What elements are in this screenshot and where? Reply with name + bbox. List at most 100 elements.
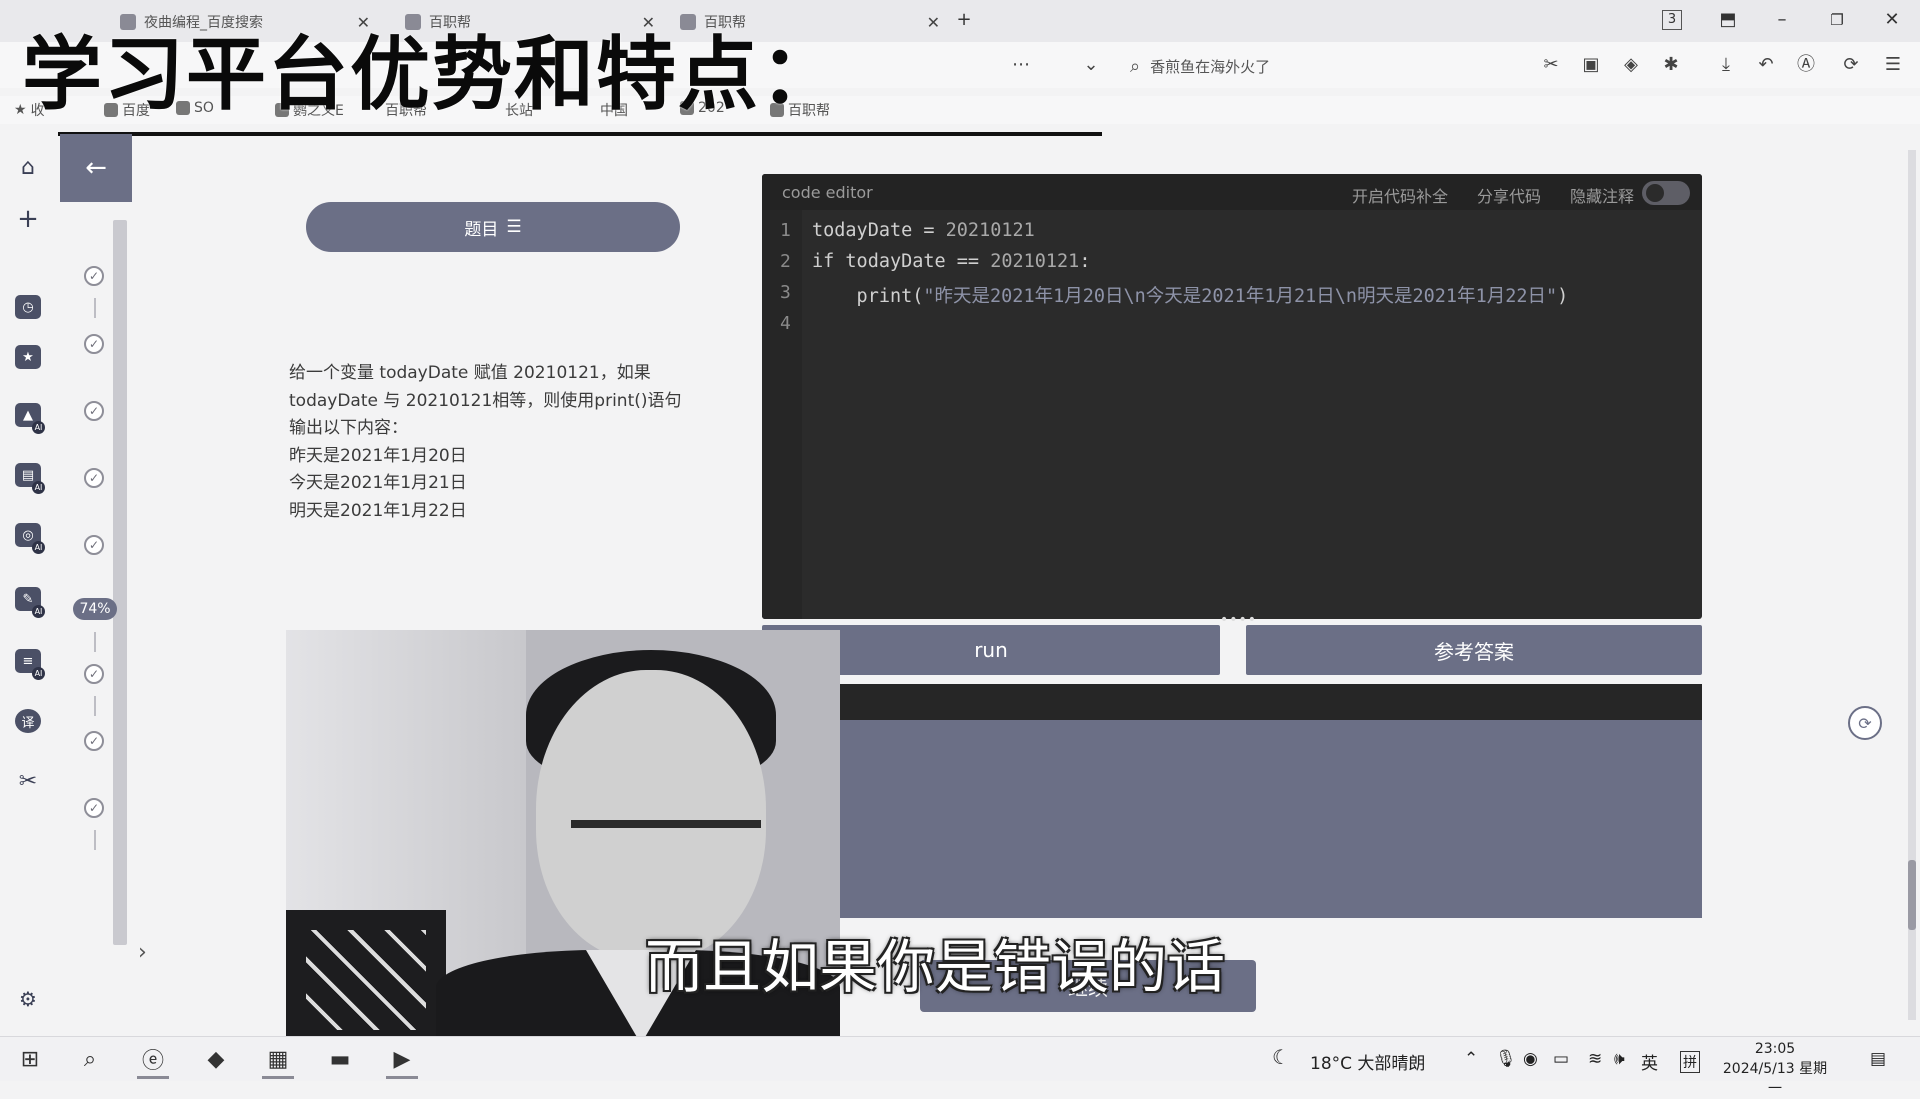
question-line: todayDate 与 20210121相等，则使用print()语句 bbox=[289, 390, 682, 411]
ai-edit-icon[interactable]: ✎ AI bbox=[13, 584, 45, 618]
question-line: 今天是2021年1月21日 bbox=[289, 473, 467, 493]
scissors-icon[interactable]: ✂ bbox=[1540, 54, 1562, 76]
step-done[interactable]: ✓ bbox=[84, 731, 104, 751]
chevron-down-icon[interactable]: ⌄ bbox=[1080, 54, 1102, 76]
back-button[interactable]: ← bbox=[60, 134, 132, 202]
hide-comments-toggle[interactable] bbox=[1642, 181, 1690, 205]
sync-icon[interactable]: ⟳ bbox=[1840, 54, 1862, 76]
code-editor[interactable]: code editor 开启代码补全 分享代码 隐藏注释 1 2 3 4 tod… bbox=[762, 174, 1702, 619]
step-done[interactable]: ✓ bbox=[84, 334, 104, 354]
step-done[interactable]: ✓ bbox=[84, 535, 104, 555]
video-app-icon[interactable]: ▶ bbox=[382, 1043, 422, 1079]
output-panel bbox=[762, 720, 1702, 918]
search-placeholder: 香煎鱼在海外火了 bbox=[1150, 57, 1271, 76]
search-box[interactable]: ⌕ 香煎鱼在海外火了 bbox=[1130, 52, 1470, 80]
list-icon: ☰ bbox=[506, 217, 522, 237]
ime-mode[interactable]: 拼 bbox=[1680, 1051, 1700, 1073]
browser-app-icon[interactable]: ⓔ bbox=[133, 1043, 173, 1079]
search-icon[interactable]: ⌕ bbox=[70, 1043, 110, 1075]
reference-answer-button[interactable]: 参考答案 bbox=[1246, 625, 1702, 675]
weather-text[interactable]: 18°C 大部晴朗 bbox=[1310, 1049, 1425, 1074]
hide-comments-label[interactable]: 隐藏注释 bbox=[1570, 183, 1634, 207]
floating-assistant-icon[interactable]: ⟳ bbox=[1848, 706, 1882, 740]
line-number: 1 bbox=[780, 220, 791, 241]
clock-date: 2024/5/13 星期一 bbox=[1722, 1061, 1828, 1097]
battery-icon[interactable]: ▭ bbox=[1553, 1049, 1569, 1069]
share-code-button[interactable]: 分享代码 bbox=[1477, 183, 1541, 207]
favorite-icon[interactable]: ★ bbox=[13, 342, 43, 372]
line-number: 3 bbox=[780, 282, 791, 303]
ai-icon[interactable]: Ⓐ bbox=[1795, 54, 1817, 76]
app-icon[interactable]: ◆ bbox=[196, 1043, 236, 1075]
presenter-face bbox=[536, 670, 766, 960]
home-icon[interactable]: ⌂ bbox=[13, 152, 43, 182]
extension-icon[interactable]: ✱ bbox=[1660, 54, 1682, 76]
webcam-chair bbox=[286, 910, 446, 1044]
app-tray-icon[interactable]: ◉ bbox=[1523, 1049, 1538, 1069]
tab-count-badge[interactable]: 3 bbox=[1662, 10, 1682, 30]
volume-icon[interactable]: 🕪 bbox=[1614, 1049, 1625, 1069]
wifi-icon[interactable]: ≋ bbox=[1588, 1049, 1602, 1069]
menu-icon[interactable]: ☰ bbox=[1882, 54, 1904, 76]
translate-icon[interactable]: ▣ bbox=[1580, 54, 1602, 76]
minimize-icon[interactable]: – bbox=[1770, 8, 1794, 32]
undo-icon[interactable]: ↶ bbox=[1755, 54, 1777, 76]
shirt-icon[interactable]: ⬒ bbox=[1716, 8, 1740, 32]
restore-icon[interactable]: ❐ bbox=[1825, 8, 1849, 32]
microphone-icon[interactable]: 🎙 bbox=[1495, 1049, 1517, 1069]
step-done[interactable]: ✓ bbox=[84, 266, 104, 286]
ai-doc-icon[interactable]: ▤ AI bbox=[13, 460, 45, 494]
question-line: 昨天是2021年1月20日 bbox=[289, 445, 467, 466]
translate-icon[interactable]: 译 bbox=[13, 706, 43, 736]
step-connector bbox=[94, 830, 96, 850]
step-done[interactable]: ✓ bbox=[84, 401, 104, 421]
add-icon[interactable]: + bbox=[13, 204, 43, 234]
ai-search-icon[interactable]: ◎ AI bbox=[13, 520, 45, 554]
editor-header: code editor 开启代码补全 分享代码 隐藏注释 bbox=[762, 174, 1702, 210]
download-icon[interactable]: ⤓ bbox=[1715, 54, 1737, 76]
question-line: 输出以下内容： bbox=[289, 418, 408, 438]
clock[interactable]: 23:05 2024/5/13 星期一 bbox=[1720, 1039, 1830, 1099]
photos-app-icon[interactable]: ▦ bbox=[258, 1043, 298, 1079]
chevron-up-icon[interactable]: ⌃ bbox=[1464, 1049, 1478, 1069]
settings-icon[interactable]: ⚙ bbox=[13, 984, 43, 1014]
arrow-left-icon: ← bbox=[85, 153, 107, 183]
clock-time: 23:05 bbox=[1754, 1041, 1796, 1057]
store-app-icon[interactable]: ▬ bbox=[320, 1043, 360, 1075]
question-header-button[interactable]: 题目 ☰ bbox=[306, 202, 680, 252]
page-scrollbar-thumb[interactable] bbox=[1908, 860, 1916, 930]
progress-indicator: 74% bbox=[73, 598, 117, 620]
step-connector bbox=[94, 298, 96, 318]
game-icon[interactable]: ◈ bbox=[1620, 54, 1642, 76]
line-number: 4 bbox=[780, 313, 791, 334]
code-line-2[interactable]: if todayDate == 20210121: bbox=[812, 251, 1090, 272]
new-tab-icon[interactable]: + bbox=[952, 8, 976, 32]
editor-title: code editor bbox=[782, 183, 873, 202]
step-connector bbox=[94, 632, 96, 652]
window-close-icon[interactable]: ✕ bbox=[1880, 8, 1904, 32]
search-icon: ⌕ bbox=[1130, 55, 1141, 77]
rail-scrollbar[interactable] bbox=[113, 220, 127, 945]
autocomplete-toggle-button[interactable]: 开启代码补全 bbox=[1352, 183, 1448, 207]
step-done[interactable]: ✓ bbox=[84, 664, 104, 684]
history-icon[interactable]: ◷ bbox=[13, 292, 43, 322]
more-icon[interactable]: ⋯ bbox=[1010, 54, 1032, 76]
windows-start-icon[interactable]: ⊞ bbox=[10, 1043, 50, 1075]
question-text: 给一个变量 todayDate 赋值 20210121，如果 todayDate… bbox=[289, 360, 719, 525]
close-icon[interactable]: ✕ bbox=[927, 13, 940, 32]
browser-sidebar: ⌂ + ◷ ★ ▲ AI ▤ AI ◎ AI ✎ AI ≡ AI 译 ✂ ⚙ bbox=[0, 132, 58, 1052]
code-line-1[interactable]: todayDate = 20210121 bbox=[812, 220, 1035, 241]
ime-language[interactable]: 英 bbox=[1641, 1049, 1658, 1074]
ai-image-icon[interactable]: ▲ AI bbox=[13, 400, 45, 434]
overlay-title: 学习平台优势和特点： bbox=[22, 28, 842, 121]
step-done[interactable]: ✓ bbox=[84, 798, 104, 818]
scissors-icon[interactable]: ✂ bbox=[13, 766, 43, 796]
question-line: 给一个变量 todayDate 赋值 20210121，如果 bbox=[289, 363, 651, 383]
step-connector bbox=[94, 696, 96, 716]
ai-notes-icon[interactable]: ≡ AI bbox=[13, 646, 45, 680]
chevron-right-icon[interactable]: › bbox=[138, 940, 147, 965]
notification-icon[interactable]: ▤ bbox=[1870, 1049, 1886, 1069]
question-header-label: 题目 bbox=[464, 219, 499, 240]
code-line-3[interactable]: print("昨天是2021年1月20日\n今天是2021年1月21日\n明天是… bbox=[812, 282, 1569, 308]
step-done[interactable]: ✓ bbox=[84, 468, 104, 488]
